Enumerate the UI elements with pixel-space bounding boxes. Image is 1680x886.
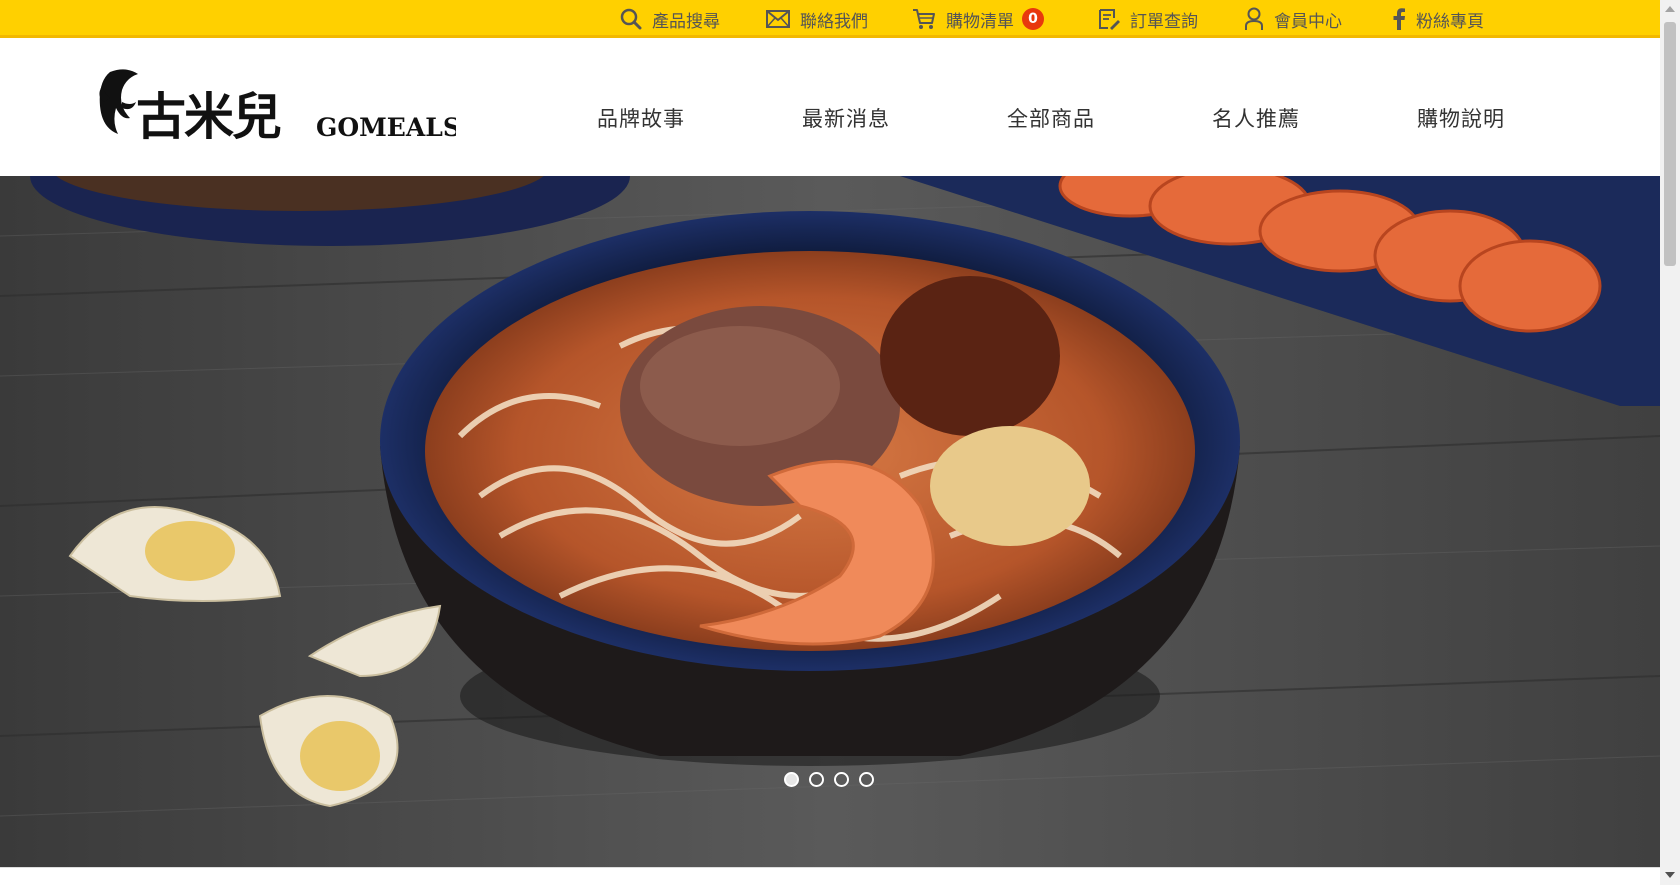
product-search-label: 產品搜尋 <box>652 11 720 32</box>
site-header: 古米兒 GOMEALS 品牌故事 最新消息 全部商品 名人推薦 購物說明 <box>0 38 1660 176</box>
hero-image <box>0 176 1660 867</box>
product-search-link[interactable]: 產品搜尋 <box>620 0 720 38</box>
slide-dot-1[interactable] <box>784 772 799 787</box>
member-center-link[interactable]: 會員中心 <box>1244 0 1342 38</box>
gomeals-logo[interactable]: 古米兒 GOMEALS <box>96 62 461 152</box>
logo-en-text: GOMEALS <box>316 113 456 142</box>
nav-all-products[interactable]: 全部商品 <box>1007 38 1095 176</box>
cart-count-badge: 0 <box>1022 8 1044 30</box>
order-query-label: 訂單查詢 <box>1130 11 1198 32</box>
scrollbar-thumb[interactable] <box>1664 22 1676 266</box>
nav-latest-news[interactable]: 最新消息 <box>802 38 890 176</box>
slide-dot-4[interactable] <box>859 772 874 787</box>
cart-icon <box>913 9 935 29</box>
shopping-list-label: 購物清單 <box>946 11 1014 32</box>
scroll-up-arrow-icon[interactable] <box>1665 6 1675 12</box>
fan-page-link[interactable]: 粉絲專頁 <box>1392 0 1484 38</box>
facebook-icon <box>1393 8 1405 30</box>
scroll-down-arrow-icon[interactable] <box>1665 872 1675 878</box>
shopping-list-link[interactable]: 購物清單 0 <box>912 0 1044 38</box>
logo-cn-text: 古米兒 <box>136 88 281 146</box>
mail-icon <box>766 10 790 28</box>
page-bottom-edge <box>0 867 1660 886</box>
slide-indicator <box>784 772 874 787</box>
member-center-label: 會員中心 <box>1274 11 1342 32</box>
order-icon <box>1099 9 1120 30</box>
user-icon <box>1245 7 1263 30</box>
slide-dot-3[interactable] <box>834 772 849 787</box>
contact-us-label: 聯絡我們 <box>800 11 868 32</box>
order-query-link[interactable]: 訂單查詢 <box>1098 0 1198 38</box>
top-utility-bar: 產品搜尋 聯絡我們 購物清單 0 訂單查詢 會員中心 粉絲專頁 <box>0 0 1660 38</box>
fan-page-label: 粉絲專頁 <box>1416 11 1484 32</box>
vertical-scrollbar[interactable] <box>1660 0 1680 885</box>
hero-banner[interactable] <box>0 176 1660 867</box>
slide-dot-2[interactable] <box>809 772 824 787</box>
nav-celebrity-recommend[interactable]: 名人推薦 <box>1212 38 1300 176</box>
contact-us-link[interactable]: 聯絡我們 <box>766 0 868 38</box>
search-icon <box>620 8 642 30</box>
nav-brand-story[interactable]: 品牌故事 <box>597 38 685 176</box>
nav-shopping-guide[interactable]: 購物說明 <box>1417 38 1505 176</box>
